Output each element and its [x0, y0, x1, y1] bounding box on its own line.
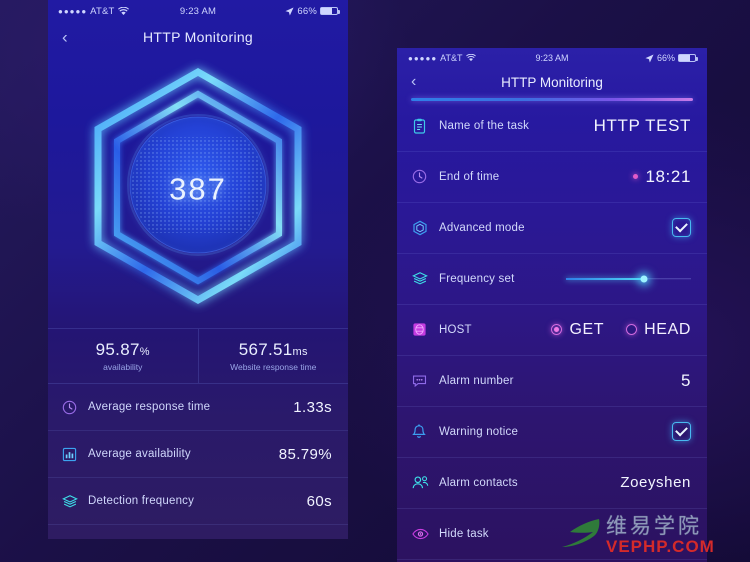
status-bar: ●●●●● AT&T 9:23 AM 66%	[48, 0, 348, 22]
stat-summary-row: 95.87% availability 567.51ms Website res…	[48, 328, 348, 384]
method-option-get[interactable]: GET	[551, 321, 604, 339]
clipboard-icon	[412, 118, 436, 134]
row-label: Frequency set	[439, 272, 515, 285]
signal-dots-icon: ●●●●●	[408, 53, 438, 63]
row-average-availability[interactable]: Average availability 85.79%	[48, 431, 348, 478]
bell-icon	[412, 423, 436, 440]
http-method-group: GET HEAD	[551, 321, 691, 339]
stat-availability-label: availability	[103, 362, 143, 372]
advanced-mode-checkbox[interactable]	[672, 218, 691, 237]
host-icon	[412, 322, 436, 337]
chart-grid-icon	[62, 447, 84, 462]
row-value: 85.79%	[278, 445, 332, 463]
right-phone-screen: ●●●●● AT&T 9:23 AM 66% ‹ HTTP Monitoring	[397, 48, 707, 562]
clock-icon	[62, 400, 84, 415]
battery-percent-label: 66%	[656, 53, 675, 63]
radio-head[interactable]	[626, 324, 638, 335]
clock-icon	[412, 169, 436, 184]
layers-icon	[62, 494, 84, 509]
stat-response-time: 567.51ms Website response time	[197, 329, 349, 383]
row-label: Alarm contacts	[439, 476, 518, 489]
radio-get[interactable]	[551, 324, 563, 335]
end-of-time-value: 18:21	[645, 166, 691, 186]
stat-response-label: Website response time	[230, 362, 317, 372]
chevron-left-icon[interactable]: ‹	[62, 29, 68, 46]
row-label: Warning notice	[439, 425, 519, 438]
stat-availability-value: 95.87	[95, 340, 140, 359]
row-label: Average response time	[88, 401, 211, 413]
row-value: 1.33s	[293, 398, 332, 416]
chat-bubble-icon	[412, 374, 436, 388]
chevron-left-icon[interactable]: ‹	[411, 74, 416, 90]
carrier-label: AT&T	[440, 53, 463, 63]
method-option-head[interactable]: HEAD	[626, 321, 691, 339]
row-warning-notice[interactable]: Warning notice	[397, 407, 707, 458]
contacts-icon	[412, 475, 436, 490]
frequency-slider[interactable]	[566, 272, 691, 286]
row-advanced-mode[interactable]: Advanced mode	[397, 203, 707, 254]
battery-icon	[678, 54, 698, 62]
row-task-name[interactable]: Name of the task HTTP TEST	[397, 101, 707, 152]
layers-icon	[412, 271, 436, 286]
left-phone-screen: ●●●●● AT&T 9:23 AM 66% ‹ HTTP Monitoring	[48, 0, 348, 539]
alarm-contacts-value: Zoeyshen	[620, 474, 691, 491]
row-host[interactable]: HOST GET HEAD	[397, 305, 707, 356]
task-name-value: HTTP TEST	[593, 115, 691, 135]
row-average-response-time[interactable]: Average response time 1.33s	[48, 384, 348, 431]
stat-response-value: 567.51	[238, 340, 293, 359]
signal-dots-icon: ●●●●●	[58, 6, 88, 16]
battery-percent-label: 66%	[297, 5, 318, 17]
stat-availability-unit: %	[139, 346, 150, 358]
row-label: Average availability	[88, 448, 191, 460]
page-title: HTTP Monitoring	[501, 74, 603, 90]
nav-bar: ‹ HTTP Monitoring	[48, 22, 348, 52]
carrier-label: AT&T	[90, 5, 115, 17]
eye-icon	[412, 528, 436, 540]
wifi-icon	[465, 54, 476, 62]
time-indicator-dot	[633, 174, 639, 179]
row-frequency-set[interactable]: Frequency set	[397, 254, 707, 305]
row-hide-task[interactable]: Hide task	[397, 509, 707, 560]
row-label: End of time	[439, 170, 500, 183]
row-label: Alarm number	[439, 374, 514, 387]
page-title: HTTP Monitoring	[142, 29, 254, 45]
warning-notice-checkbox[interactable]	[672, 422, 691, 441]
method-get-label: GET	[569, 320, 605, 338]
shield-hex-icon	[412, 220, 436, 236]
gauge-value: 387	[169, 171, 227, 207]
row-label: Detection frequency	[88, 495, 195, 507]
row-label: HOST	[439, 323, 472, 336]
status-time: 9:23 AM	[535, 53, 569, 63]
hexagon-gauge: 387	[48, 52, 348, 328]
nav-bar: ‹ HTTP Monitoring	[397, 68, 707, 96]
row-label: Hide task	[439, 527, 489, 540]
status-time: 9:23 AM	[179, 5, 217, 17]
alarm-number-value: 5	[680, 370, 691, 390]
method-head-label: HEAD	[644, 320, 691, 338]
row-end-of-time[interactable]: End of time 18:21	[397, 152, 707, 203]
row-detection-frequency[interactable]: Detection frequency 60s	[48, 478, 348, 525]
slider-knob[interactable]	[640, 275, 647, 282]
row-label: Name of the task	[439, 119, 530, 132]
battery-icon	[320, 7, 341, 15]
stat-availability: 95.87% availability	[48, 329, 198, 383]
row-alarm-number[interactable]: Alarm number 5	[397, 356, 707, 407]
location-arrow-icon	[285, 6, 294, 16]
location-arrow-icon	[645, 53, 654, 63]
wifi-icon	[117, 6, 129, 15]
status-bar: ●●●●● AT&T 9:23 AM 66%	[397, 48, 707, 68]
row-label: Advanced mode	[439, 221, 525, 234]
slider-fill	[566, 277, 644, 280]
row-value: 60s	[306, 492, 332, 510]
stat-response-unit: ms	[292, 346, 308, 358]
row-alarm-contacts[interactable]: Alarm contacts Zoeyshen	[397, 458, 707, 509]
